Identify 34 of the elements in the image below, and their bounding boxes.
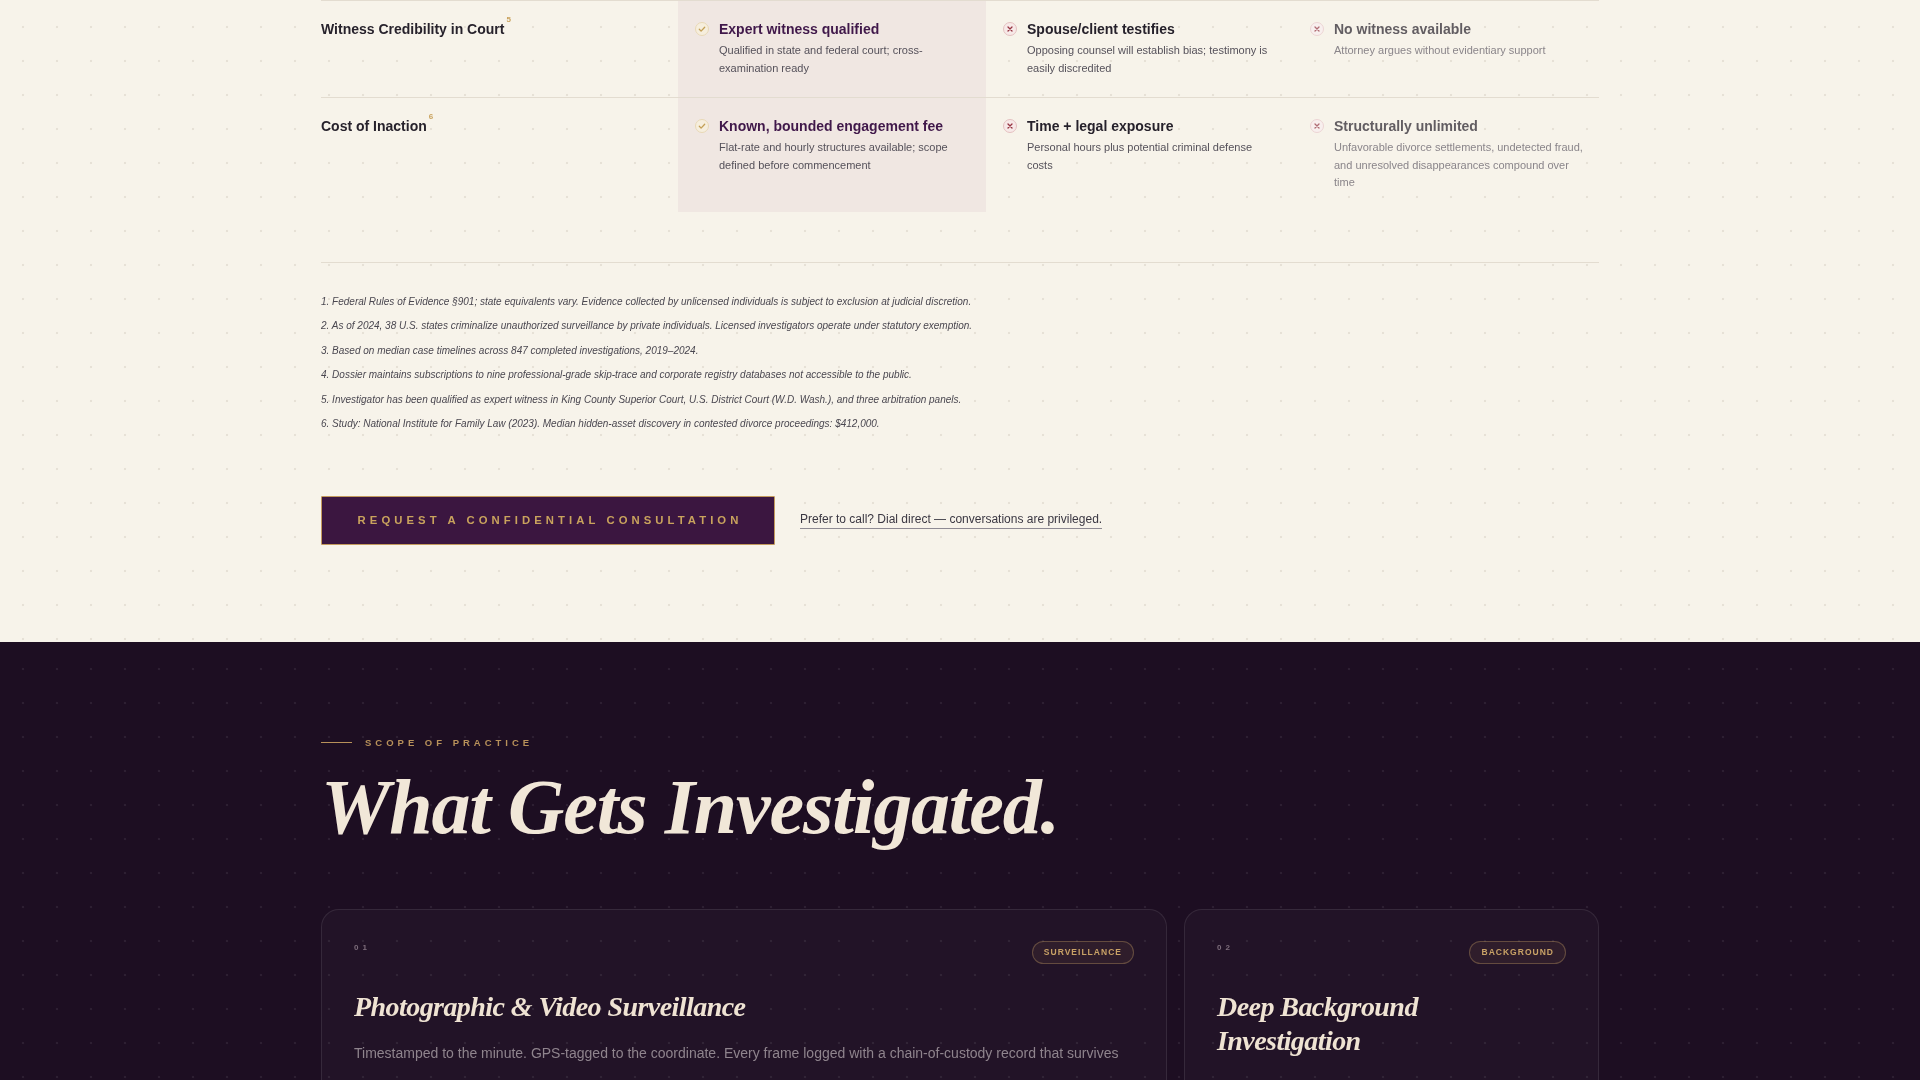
category-tag: BACKGROUND xyxy=(1469,940,1566,964)
category-tag: SURVEILLANCE xyxy=(1031,940,1134,964)
footnote: 3. Based on median case timelines across 847 completed investigations, 2019–2024. xyxy=(321,343,699,358)
option-title: Structurally unlimited xyxy=(1334,117,1478,136)
footnote: 4. Dossier maintains subscriptions to nine professional-grade skip-trace and corporate registry databases not accessible to the public. xyxy=(321,368,912,382)
cross-icon xyxy=(1003,22,1017,36)
card-number: 02 xyxy=(1217,942,1234,953)
option-title: Known, bounded engagement fee xyxy=(719,117,943,136)
card-number: 01 xyxy=(354,942,371,953)
card-description: Timestamped to the minute. GPS-tagged to the coordinate. Every frame logged with a chain-of-custody record that survives xyxy=(354,1043,1119,1063)
row-label: Witness Credibility in Court$^{5}$ xyxy=(321,14,511,39)
option-title: Expert witness qualified xyxy=(719,20,880,39)
consultation-button[interactable]: REQUEST A CONFIDENTIAL CONSULTATION xyxy=(321,495,775,545)
option-description: Unfavorable divorce settlements, undetected fraud, and unresolved disappearances compound over time xyxy=(1334,140,1584,190)
row-label: Cost of Inaction$^{6}$ xyxy=(321,111,434,136)
option-description: Attorney argues without evidentiary support xyxy=(1334,43,1547,58)
option-description: Qualified in state and federal court; cross-examination ready xyxy=(719,43,924,76)
option-description: Flat-rate and hourly structures available; scope defined before commencement xyxy=(719,140,949,173)
footnote: 6. Study: National Institute for Family Law (2023). Median hidden-asset discovery in contested divorce proceedings: $412,000. xyxy=(321,417,880,431)
check-icon xyxy=(695,119,709,133)
option-title: Time + legal exposure xyxy=(1027,117,1174,136)
card-title: Photographic & Video Surveillance xyxy=(354,989,746,1024)
cross-icon xyxy=(1003,119,1017,133)
card-title: Deep Background Investigation xyxy=(1217,989,1420,1058)
footnote: 5. Investigator has been qualified as expert witness in King County Superior Court, U.S. District Court (W.D. Wash.), and three arbitration panels. xyxy=(321,392,962,407)
option-title: No witness available xyxy=(1334,20,1471,39)
option-description: Personal hours plus potential criminal defense costs xyxy=(1027,140,1254,173)
section-eyebrow: SCOPE OF PRACTICE xyxy=(365,735,534,750)
option-title: Spouse/client testifies xyxy=(1027,20,1175,39)
option-description: Opposing counsel will establish bias; testimony is easily discredited xyxy=(1027,43,1269,76)
check-icon xyxy=(695,22,709,36)
footnote: 2. As of 2024, 38 U.S. states criminalize unauthorized surveillance by private individuals. Licensed investigators operate under statutory exemption. xyxy=(321,319,973,333)
footnote: 1. Federal Rules of Evidence §901; state equivalents vary. Evidence collected by unlicensed individuals is subject to exclusion at judicial discretion. xyxy=(321,294,972,309)
call-link[interactable]: Prefer to call? Dial direct — conversations are privileged. xyxy=(800,511,1103,529)
